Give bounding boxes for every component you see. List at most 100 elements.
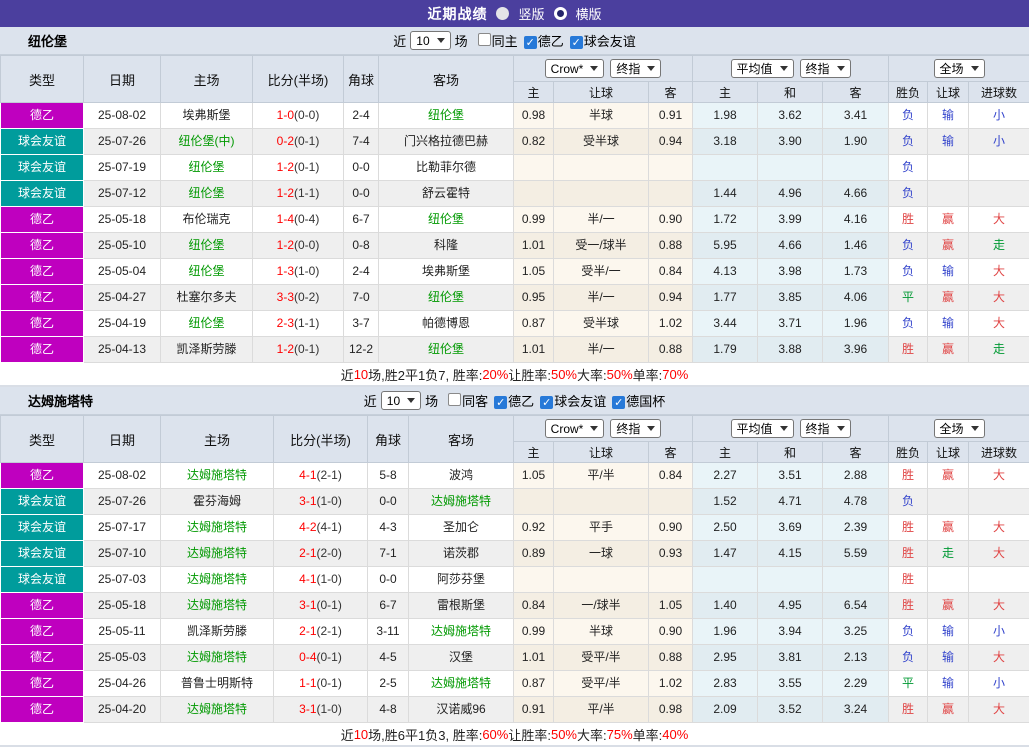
avg-draw: 3.62	[758, 103, 823, 129]
avg-stage-select[interactable]: 终指	[800, 59, 851, 78]
layout-radio-vertical[interactable]	[496, 7, 509, 20]
avg-home: 2.95	[693, 645, 758, 671]
section-nurnberg: 纽伦堡 近 10 场 同主✓德乙✓球会友谊 类型 日期 主场 比分(半场) 角球…	[0, 27, 1029, 387]
match-type-badge: 德乙	[1, 463, 84, 489]
avg-draw: 4.95	[758, 593, 823, 619]
match-type-badge: 球会友谊	[1, 489, 84, 515]
summary-label: 大率:	[577, 365, 607, 384]
avg-away: 2.29	[823, 671, 889, 697]
odds-home: 1.05	[514, 463, 554, 489]
bookmaker-select[interactable]: Crow*	[545, 419, 605, 438]
result-handicap: 输	[928, 619, 969, 645]
avg-home: 1.96	[693, 619, 758, 645]
match-date: 25-04-13	[84, 337, 161, 363]
bookmaker-select[interactable]: Crow*	[545, 59, 605, 78]
result-wdl: 负	[889, 155, 928, 181]
odds-handicap: 受半球	[554, 311, 649, 337]
result-goals	[969, 567, 1029, 593]
filter-checkbox-label[interactable]: 同客	[462, 394, 488, 409]
odds-away: 0.90	[649, 207, 693, 233]
filter-checkbox-label[interactable]: 球会友谊	[554, 394, 606, 409]
col-header-odds-handicap: 让球	[554, 82, 649, 103]
recent-count-select[interactable]: 10	[381, 391, 421, 410]
avg-draw: 3.55	[758, 671, 823, 697]
filter-checkbox-checked[interactable]: ✓	[612, 396, 625, 409]
avg-home: 1.52	[693, 489, 758, 515]
result-goals: 大	[969, 285, 1029, 311]
section-header: 纽伦堡 近 10 场 同主✓德乙✓球会友谊	[0, 27, 1029, 55]
match-date: 25-07-12	[84, 181, 161, 207]
odds-handicap: 一球	[554, 541, 649, 567]
odds-stage-select[interactable]: 终指	[610, 419, 661, 438]
odds-away	[649, 181, 693, 207]
avg-home: 3.18	[693, 129, 758, 155]
avg-home: 1.40	[693, 593, 758, 619]
odds-group-header: Crow* 终指	[514, 416, 693, 442]
filter-checkbox-label[interactable]: 同主	[492, 34, 518, 49]
summary-stat-value: 50%	[551, 367, 577, 382]
filter-checkbox-unchecked[interactable]	[478, 33, 491, 46]
match-score: 3-3(0-2)	[253, 285, 344, 311]
match-type-badge: 德乙	[1, 259, 84, 285]
corner-count: 4-3	[368, 515, 409, 541]
filter-checkbox-label[interactable]: 德国杯	[626, 394, 665, 409]
col-header-odds-home: 主	[514, 442, 554, 463]
filter-suffix-label: 场	[455, 31, 468, 50]
section-darmstadt: 达姆施塔特 近 10 场 同客✓德乙✓球会友谊✓德国杯 类型 日期 主场 比分(…	[0, 387, 1029, 747]
col-header-type: 类型	[1, 416, 84, 463]
match-type-badge: 德乙	[1, 671, 84, 697]
match-row: 球会友谊25-07-10达姆施塔特2-1(2-0)7-1诺茨郡0.89一球0.9…	[1, 541, 1029, 567]
filter-checkbox-checked[interactable]: ✓	[524, 36, 537, 49]
match-type-badge: 球会友谊	[1, 155, 84, 181]
layout-radio-horizontal-label[interactable]: 横版	[576, 4, 602, 23]
avg-draw: 3.81	[758, 645, 823, 671]
filter-checkbox-label[interactable]: 球会友谊	[584, 34, 636, 49]
result-wdl: 负	[889, 259, 928, 285]
filter-checkboxes: 同主✓德乙✓球会友谊	[472, 31, 636, 50]
scope-select[interactable]: 全场	[934, 419, 985, 438]
chevron-down-icon	[437, 38, 445, 43]
odds-handicap: 半/一	[554, 285, 649, 311]
away-team: 诺茨郡	[409, 541, 514, 567]
match-score: 1-1(0-1)	[274, 671, 368, 697]
match-score: 2-1(2-1)	[274, 619, 368, 645]
avg-away: 2.39	[823, 515, 889, 541]
corner-count: 3-7	[344, 311, 379, 337]
corner-count: 7-0	[344, 285, 379, 311]
filter-checkbox-checked[interactable]: ✓	[494, 396, 507, 409]
corner-count: 0-0	[344, 181, 379, 207]
filter-checkbox-unchecked[interactable]	[448, 393, 461, 406]
avg-home	[693, 567, 758, 593]
odds-home: 0.82	[514, 129, 554, 155]
avg-stage-select[interactable]: 终指	[800, 419, 851, 438]
recent-count-select[interactable]: 10	[410, 31, 450, 50]
match-date: 25-07-26	[84, 129, 161, 155]
layout-radio-horizontal[interactable]	[554, 7, 567, 20]
odds-home: 0.87	[514, 671, 554, 697]
home-team: 达姆施塔特	[161, 463, 274, 489]
scope-select[interactable]: 全场	[934, 59, 985, 78]
average-select[interactable]: 平均值	[731, 419, 794, 438]
filter-checkbox-checked[interactable]: ✓	[540, 396, 553, 409]
filter-checkbox-label[interactable]: 德乙	[508, 394, 534, 409]
odds-home: 1.01	[514, 233, 554, 259]
filter-checkbox-label[interactable]: 德乙	[538, 34, 564, 49]
result-goals: 大	[969, 463, 1029, 489]
odds-handicap: 一/球半	[554, 593, 649, 619]
filter-prefix-label: 近	[393, 31, 406, 50]
average-select[interactable]: 平均值	[731, 59, 794, 78]
match-date: 25-05-18	[84, 593, 161, 619]
col-header-score: 比分(半场)	[253, 56, 344, 103]
avg-draw: 3.94	[758, 619, 823, 645]
odds-away: 0.84	[649, 463, 693, 489]
odds-stage-select[interactable]: 终指	[610, 59, 661, 78]
avg-away: 4.06	[823, 285, 889, 311]
layout-radio-vertical-label[interactable]: 竖版	[518, 4, 544, 23]
filter-checkbox-checked[interactable]: ✓	[570, 36, 583, 49]
result-goals	[969, 489, 1029, 515]
filter-suffix-label: 场	[425, 391, 438, 410]
summary-label: 场,胜2平1负7, 胜率:	[368, 365, 482, 384]
avg-away: 3.25	[823, 619, 889, 645]
away-team: 门兴格拉德巴赫	[379, 129, 514, 155]
match-score: 0-2(0-1)	[253, 129, 344, 155]
